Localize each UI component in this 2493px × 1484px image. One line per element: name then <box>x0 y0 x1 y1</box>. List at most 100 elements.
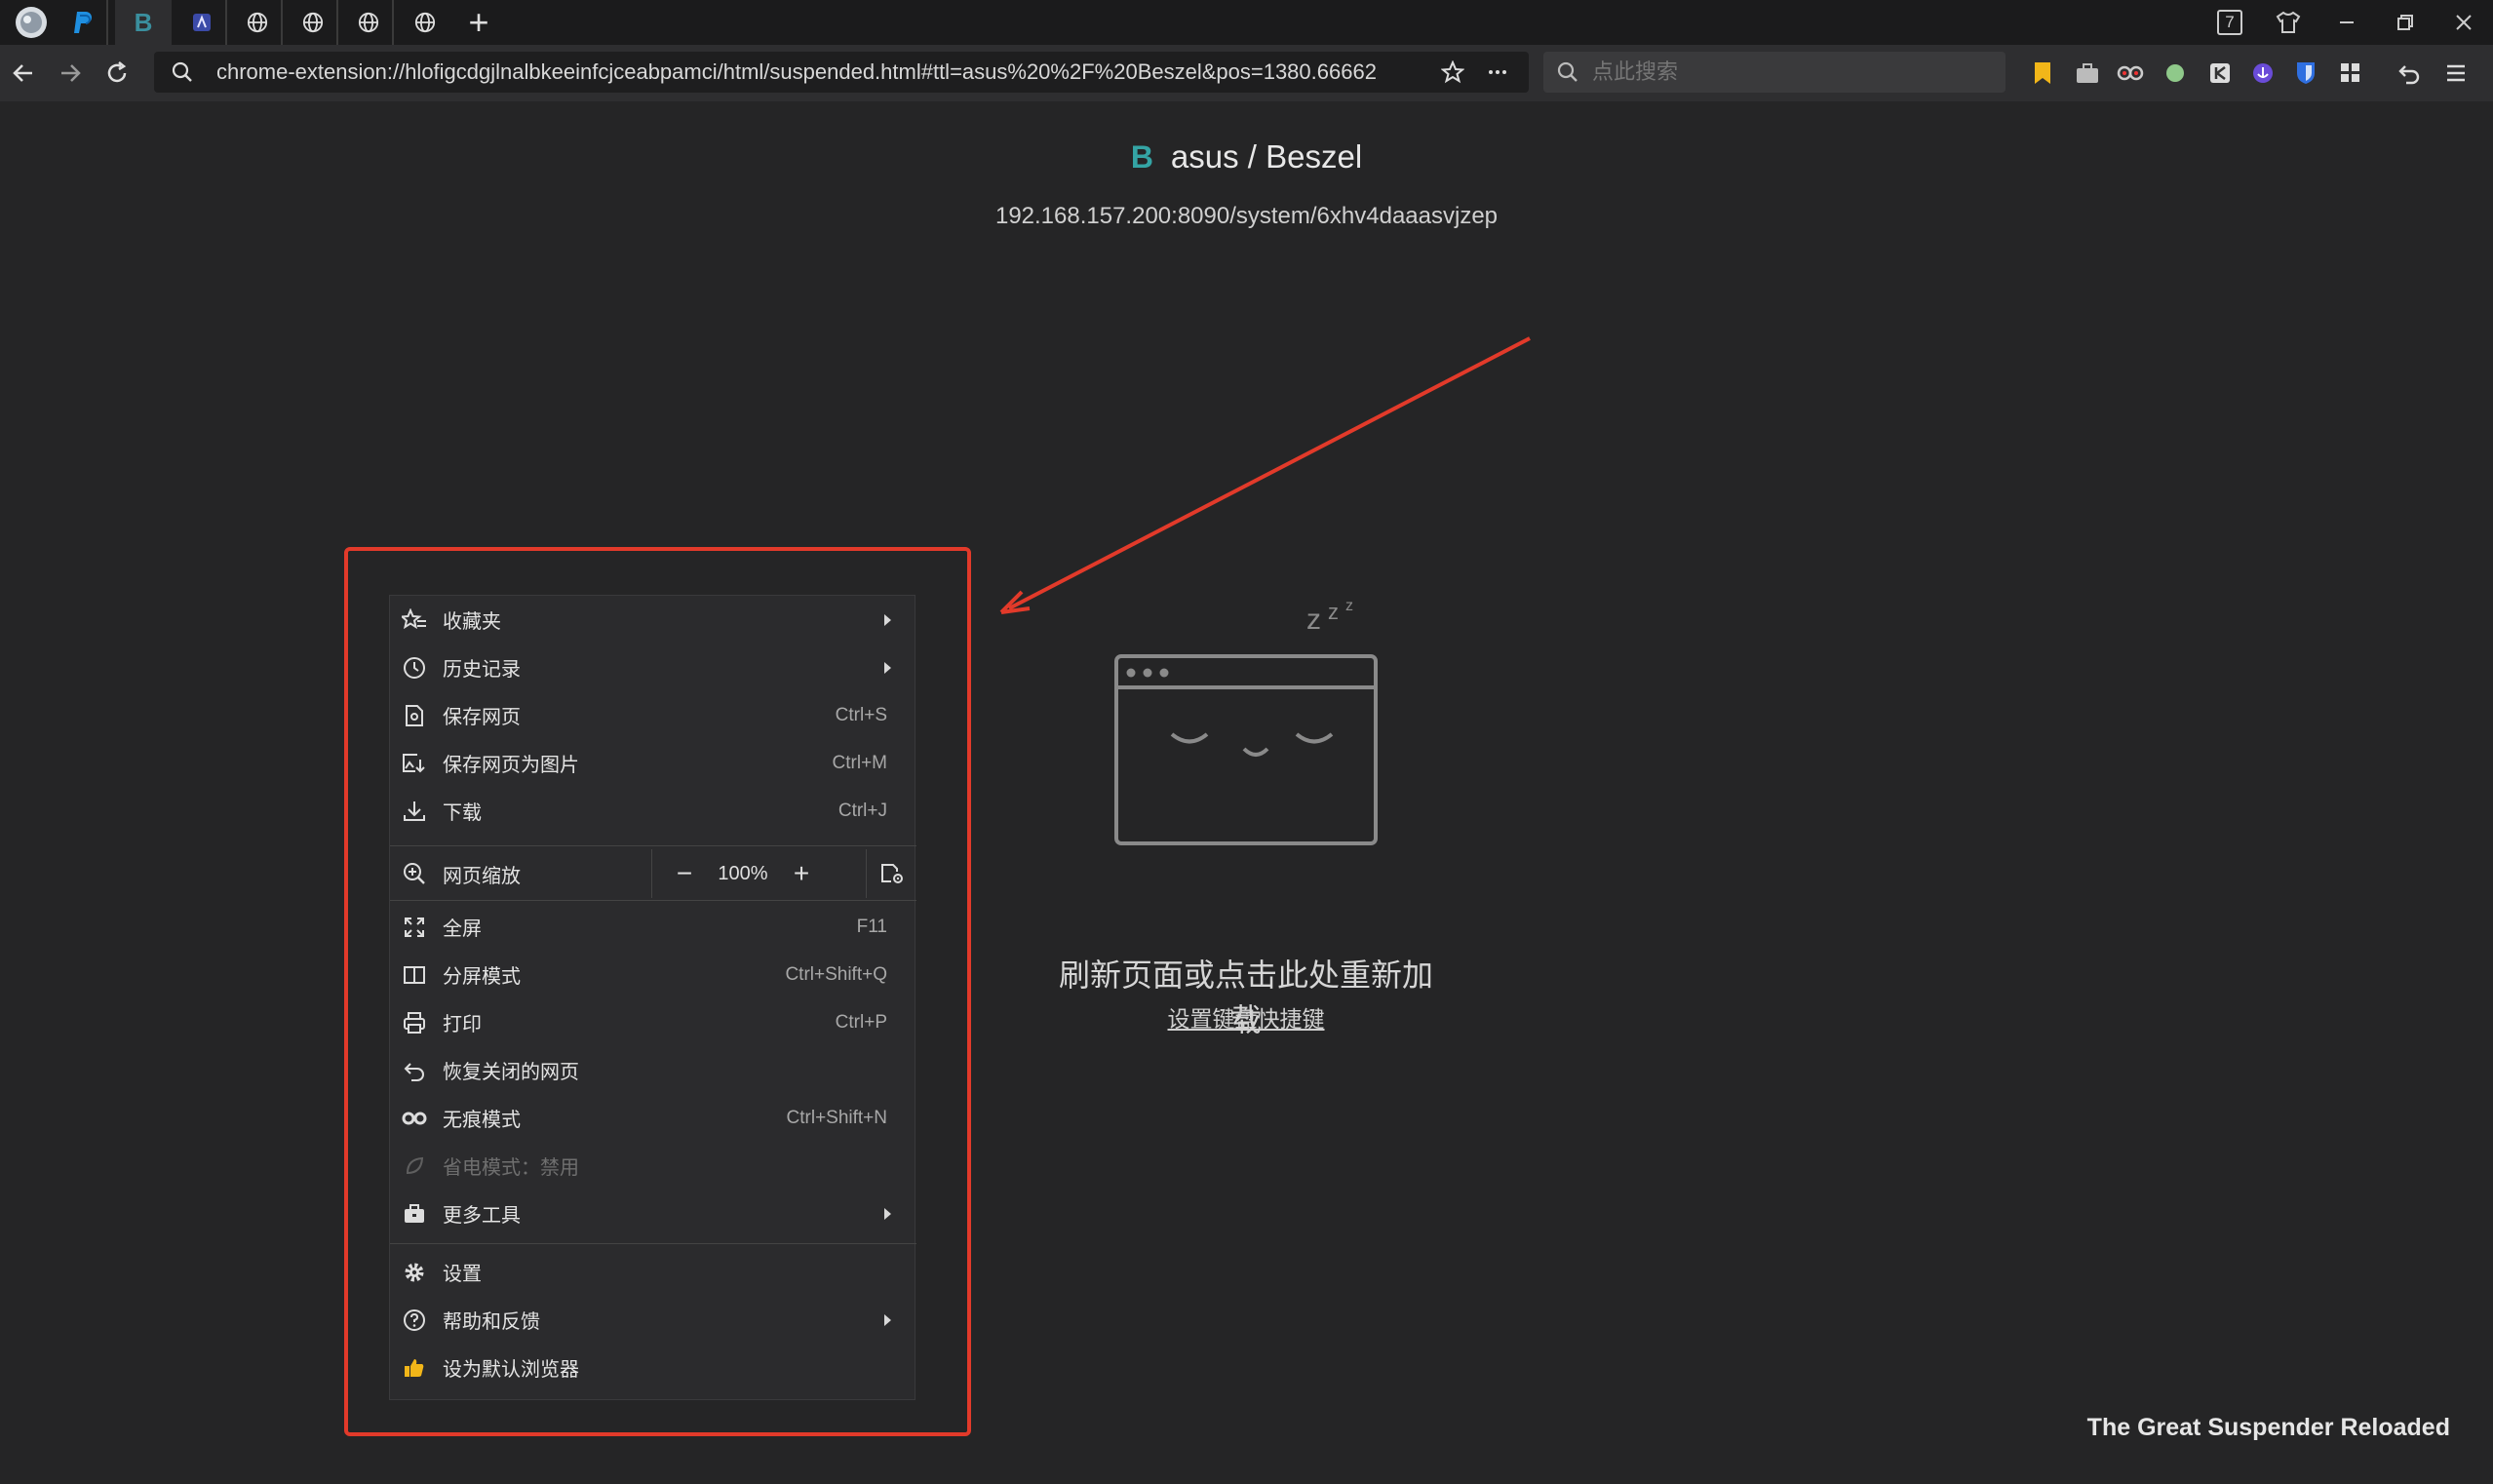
bookmark-icon <box>2035 62 2050 84</box>
page-settings-icon <box>881 864 903 883</box>
hamburger-icon <box>2447 64 2465 82</box>
search-input[interactable] <box>1590 59 1984 86</box>
undo-button[interactable] <box>2395 59 2424 88</box>
close-icon <box>2456 15 2472 30</box>
incognito-icon <box>400 1104 429 1133</box>
menu-item-settings[interactable]: 设置 <box>390 1248 916 1296</box>
page-url[interactable]: 192.168.157.200:8090/system/6xhv4daaasvj… <box>0 203 2493 230</box>
menu-item-history[interactable]: 历史记录 <box>390 644 916 691</box>
arrow-right-icon <box>61 64 81 82</box>
reload-button[interactable] <box>94 45 140 101</box>
tab-count-button[interactable]: 7 <box>2201 0 2259 45</box>
menu-item-save-page[interactable]: 保存网页 Ctrl+S <box>390 691 916 739</box>
menu-item-print[interactable]: 打印 Ctrl+P <box>390 998 916 1046</box>
submenu-arrow-icon <box>884 661 891 674</box>
minimize-icon <box>2340 21 2354 23</box>
zoom-settings-button[interactable] <box>866 849 917 898</box>
menu-item-restore-closed[interactable]: 恢复关闭的网页 <box>390 1046 916 1094</box>
toolbox-icon <box>400 1199 429 1229</box>
menu-divider <box>390 900 916 901</box>
window-controls: 7 <box>2201 0 2493 45</box>
menu-item-power-saving: 省电模式：禁用 <box>390 1142 916 1190</box>
menu-item-favorites[interactable]: 收藏夹 <box>390 596 916 644</box>
leaf-icon <box>400 1152 429 1181</box>
menu-item-fullscreen[interactable]: 全屏 F11 <box>390 903 916 951</box>
favorites-icon <box>400 605 429 635</box>
keyboard-shortcut-link[interactable]: 设置键盘快捷键 <box>1051 1000 1441 1034</box>
page-title: Basus / Beszel <box>0 138 2493 176</box>
k-icon <box>2210 63 2230 83</box>
submenu-arrow-icon <box>884 1207 891 1220</box>
shield-icon <box>2297 62 2315 84</box>
url-text[interactable]: chrome-extension://hlofigcdgjlnalbkeeinf… <box>216 59 1386 85</box>
menu-label: 无痕模式 <box>443 1110 521 1131</box>
zoom-controls: − 100% + <box>651 849 917 898</box>
tab-globe-2[interactable] <box>290 0 338 45</box>
extension-brand: The Great Suspender Reloaded <box>2086 1414 2450 1441</box>
menu-item-download[interactable]: 下载 Ctrl+J <box>390 787 916 835</box>
mask-extension[interactable] <box>2116 59 2145 88</box>
back-button[interactable] <box>0 45 47 101</box>
menu-item-more-tools[interactable]: 更多工具 <box>390 1190 916 1237</box>
menu-item-save-as-image[interactable]: 保存网页为图片 Ctrl+M <box>390 739 916 787</box>
menu-label: 收藏夹 <box>443 611 501 633</box>
minimize-button[interactable] <box>2318 0 2376 45</box>
close-window-button[interactable] <box>2435 0 2493 45</box>
menu-label: 保存网页为图片 <box>443 755 579 776</box>
restore-icon <box>2397 15 2413 30</box>
save-page-icon <box>400 701 429 730</box>
page-title-text: asus / Beszel <box>1170 138 1363 175</box>
new-tab-button[interactable]: + <box>457 0 500 45</box>
star-icon[interactable] <box>1441 60 1464 84</box>
restore-button[interactable] <box>2376 0 2435 45</box>
globe-icon <box>414 12 436 33</box>
apps-extension[interactable] <box>2336 59 2365 88</box>
menu-label: 打印 <box>443 1014 482 1035</box>
bitwarden-extension[interactable] <box>2291 59 2320 88</box>
menu-item-incognito[interactable]: 无痕模式 Ctrl+Shift+N <box>390 1094 916 1142</box>
address-bar[interactable]: chrome-extension://hlofigcdgjlnalbkeeinf… <box>154 52 1529 93</box>
tab-globe-1[interactable] <box>234 0 283 45</box>
shortcut-text: F11 <box>856 916 887 937</box>
tab-beszel[interactable]: B <box>115 0 172 45</box>
skin-button[interactable] <box>2259 0 2318 45</box>
menu-label: 网页缩放 <box>443 865 521 887</box>
k-extension[interactable] <box>2205 59 2235 88</box>
briefcase-icon <box>2077 63 2098 83</box>
menu-label: 设为默认浏览器 <box>443 1359 579 1381</box>
sleeping-window-icon: z z z <box>1114 598 1378 845</box>
zoom-in-button[interactable]: + <box>777 849 826 898</box>
profile-avatar[interactable] <box>10 0 53 45</box>
beszel-tab-icon: B <box>134 7 153 37</box>
menu-item-split-screen[interactable]: 分屏模式 Ctrl+Shift+Q <box>390 951 916 998</box>
tab-paypal[interactable] <box>59 0 108 45</box>
globe-icon <box>302 12 324 33</box>
forward-button[interactable] <box>47 45 94 101</box>
anchor-extension[interactable] <box>2248 59 2278 88</box>
briefcase-extension[interactable] <box>2073 59 2102 88</box>
grid-icon <box>2341 63 2359 82</box>
menu-item-default-browser[interactable]: 设为默认浏览器 <box>390 1344 916 1391</box>
search-box[interactable] <box>1543 52 2006 93</box>
browser-main-menu: 收藏夹 历史记录 保存网页 Ctrl+S 保存网页为图片 Ctrl+M 下载 C… <box>389 595 917 1400</box>
status-extension[interactable] <box>2161 59 2190 88</box>
globe-icon <box>358 12 379 33</box>
shirt-icon <box>2276 11 2301 33</box>
printer-icon <box>400 1008 429 1037</box>
bookmark-extension[interactable] <box>2028 59 2057 88</box>
main-menu-button[interactable] <box>2441 59 2471 88</box>
tab-globe-3[interactable] <box>345 0 394 45</box>
tab-globe-4[interactable] <box>401 0 449 45</box>
image-icon <box>400 749 429 778</box>
arrow-left-icon <box>13 64 32 82</box>
tab-bar: B + 7 <box>0 0 2493 45</box>
more-icon[interactable] <box>1486 60 1509 84</box>
mask-icon <box>2117 65 2144 81</box>
shortcut-text: Ctrl+M <box>832 752 887 773</box>
menu-label: 恢复关闭的网页 <box>443 1062 579 1083</box>
submenu-arrow-icon <box>884 613 891 626</box>
fullscreen-icon <box>400 913 429 942</box>
menu-item-help[interactable]: 帮助和反馈 <box>390 1296 916 1344</box>
zoom-out-button[interactable]: − <box>660 849 709 898</box>
tab-app[interactable] <box>178 0 227 45</box>
